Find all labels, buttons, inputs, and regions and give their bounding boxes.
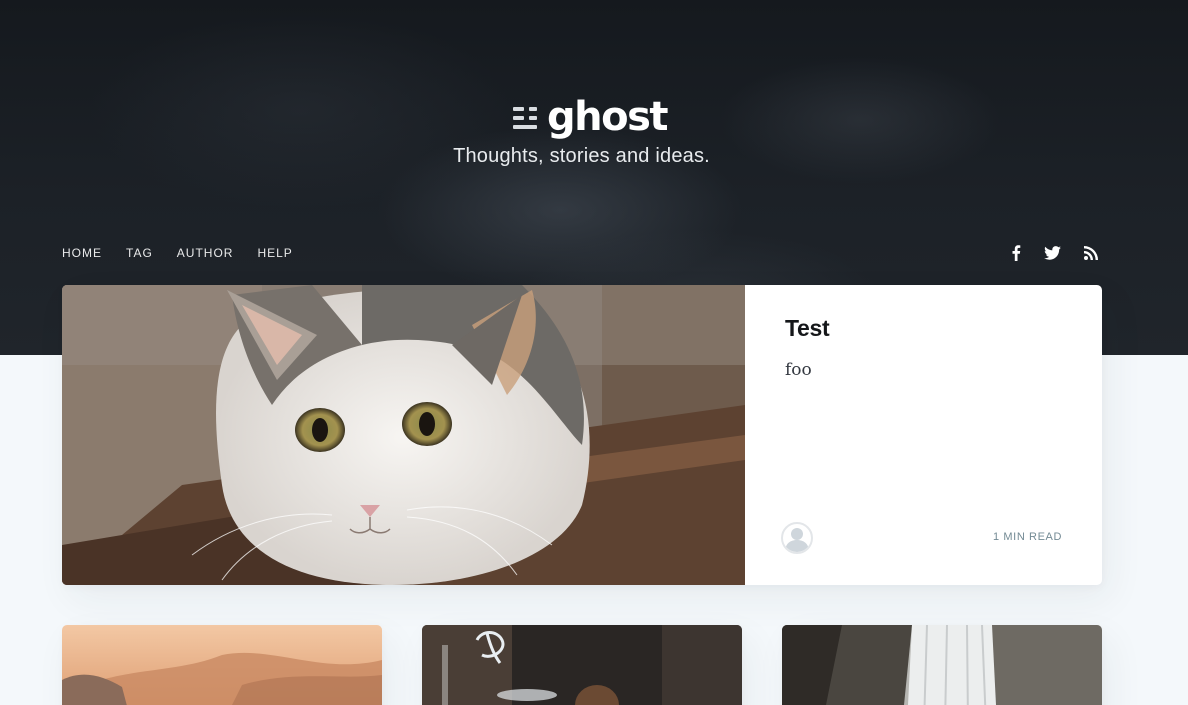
author-avatar[interactable] (781, 522, 813, 554)
featured-post-card[interactable]: Test foo 1 MIN READ (62, 285, 1102, 585)
ghost-logo-icon (513, 107, 537, 131)
rss-icon[interactable] (1081, 243, 1101, 263)
post-card-image-cafe[interactable] (422, 625, 742, 705)
nav-item-tag[interactable]: TAG (126, 245, 153, 261)
post-card-image-mountains[interactable] (62, 625, 382, 705)
nav-item-author[interactable]: AUTHOR (177, 245, 234, 261)
facebook-icon[interactable] (1006, 243, 1026, 263)
featured-post-image[interactable] (62, 285, 745, 585)
nav-item-help[interactable]: HELP (257, 245, 292, 261)
twitter-icon[interactable] (1041, 243, 1063, 263)
site-tagline: Thoughts, stories and ideas. (453, 145, 710, 167)
main-nav: HOME TAG AUTHOR HELP (62, 245, 317, 261)
nav-item-home[interactable]: HOME (62, 245, 102, 261)
reading-time: 1 MIN READ (993, 531, 1062, 543)
logo-text: ghost (547, 94, 669, 140)
user-icon (785, 528, 809, 552)
site-logo[interactable]: ghost (513, 94, 669, 140)
post-excerpt[interactable]: foo (785, 360, 812, 380)
post-card-image-waterfall[interactable] (782, 625, 1102, 705)
featured-post-content: Test foo 1 MIN READ (745, 285, 1102, 585)
post-title[interactable]: Test (785, 315, 830, 342)
